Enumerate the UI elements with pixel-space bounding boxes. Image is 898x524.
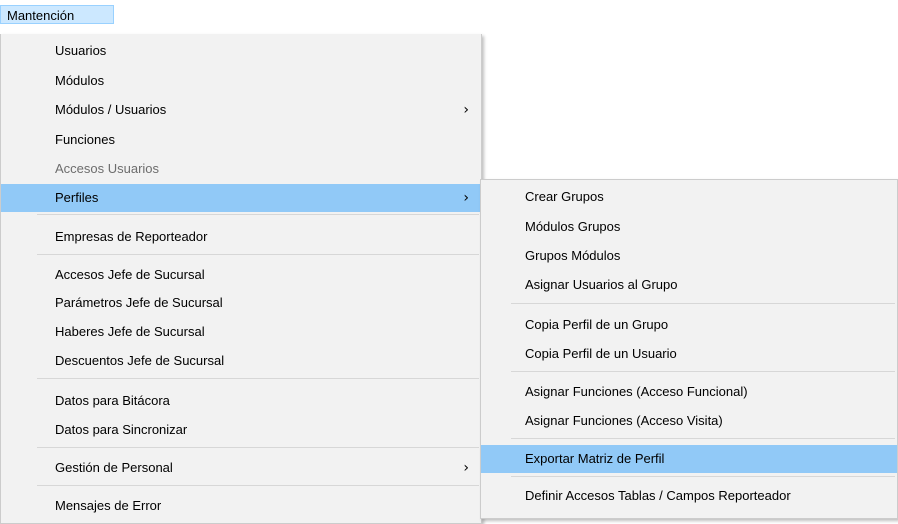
menu-item-mensajes-error[interactable]: Mensajes de Error	[1, 492, 481, 520]
menu-item-label: Módulos Grupos	[525, 219, 621, 234]
menu-separator	[511, 476, 895, 477]
menu-item-label: Copia Perfil de un Usuario	[525, 346, 677, 361]
chevron-right-icon: ›	[463, 460, 469, 476]
menu-item-label: Haberes Jefe de Sucursal	[55, 324, 205, 339]
menu-item-accesos-jefe-sucursal[interactable]: Accesos Jefe de Sucursal	[1, 261, 481, 289]
submenu-item-copia-perfil-grupo[interactable]: Copia Perfil de un Grupo	[481, 311, 897, 339]
menu-item-modulos-usuarios[interactable]: Módulos / Usuarios ›	[1, 96, 481, 124]
menu-separator	[37, 254, 479, 255]
menu-item-label: Asignar Funciones (Acceso Visita)	[525, 413, 723, 428]
menu-item-label: Mensajes de Error	[55, 498, 162, 513]
menu-item-label: Perfiles	[55, 190, 99, 205]
submenu-item-asignar-funciones-visita[interactable]: Asignar Funciones (Acceso Visita)	[481, 407, 897, 435]
menu-separator	[511, 303, 895, 304]
menu-item-label: Crear Grupos	[525, 189, 604, 204]
menu-item-perfiles[interactable]: Perfiles ›	[1, 184, 481, 212]
submenu-item-definir-accesos-tablas[interactable]: Definir Accesos Tablas / Campos Reportea…	[481, 482, 897, 510]
menu-item-label: Usuarios	[55, 43, 107, 58]
menu-item-datos-bitacora[interactable]: Datos para Bitácora	[1, 387, 481, 415]
menu-item-gestion-personal[interactable]: Gestión de Personal ›	[1, 454, 481, 482]
menu-item-haberes-jefe-sucursal[interactable]: Haberes Jefe de Sucursal	[1, 318, 481, 346]
chevron-right-icon: ›	[463, 102, 469, 118]
menu-item-label: Módulos	[55, 73, 105, 88]
menu-item-label: Definir Accesos Tablas / Campos Reportea…	[525, 488, 791, 503]
menu-item-label: Descuentos Jefe de Sucursal	[55, 353, 225, 368]
menu-separator	[511, 371, 895, 372]
submenu-item-modulos-grupos[interactable]: Módulos Grupos	[481, 213, 897, 241]
menu-bar: Mantención	[0, 0, 898, 24]
menu-item-datos-sincronizar[interactable]: Datos para Sincronizar	[1, 416, 481, 444]
submenu-item-grupos-modulos[interactable]: Grupos Módulos	[481, 242, 897, 270]
menu-item-funciones[interactable]: Funciones	[1, 126, 481, 154]
menu-item-label: Datos para Bitácora	[55, 393, 170, 408]
menu-item-label: Accesos Jefe de Sucursal	[55, 267, 205, 282]
menu-mantencion[interactable]: Mantención	[0, 5, 114, 24]
menu-separator	[511, 438, 895, 439]
menu-item-usuarios[interactable]: Usuarios	[1, 37, 481, 65]
menu-item-label: Exportar Matriz de Perfil	[525, 451, 665, 466]
chevron-right-icon: ›	[463, 190, 469, 206]
menu-item-label: Funciones	[55, 132, 115, 147]
menu-item-label: Gestión de Personal	[55, 460, 173, 475]
menu-separator	[37, 214, 479, 215]
menu-item-label: Datos para Sincronizar	[55, 422, 188, 437]
submenu-item-exportar-matriz-perfil[interactable]: Exportar Matriz de Perfil	[481, 445, 897, 473]
menu-item-label: Parámetros Jefe de Sucursal	[55, 295, 223, 310]
menu-item-accesos-usuarios: Accesos Usuarios	[1, 155, 481, 183]
menu-item-label: Accesos Usuarios	[55, 161, 160, 176]
menu-item-modulos[interactable]: Módulos	[1, 67, 481, 95]
submenu-item-copia-perfil-usuario[interactable]: Copia Perfil de un Usuario	[481, 340, 897, 368]
menu-item-label: Grupos Módulos	[525, 248, 621, 263]
mantencion-dropdown: Usuarios Módulos Módulos / Usuarios › Fu…	[0, 34, 482, 524]
menu-separator	[37, 447, 479, 448]
menu-item-label: Empresas de Reporteador	[55, 229, 208, 244]
menu-item-empresas-reporteador[interactable]: Empresas de Reporteador	[1, 223, 481, 251]
submenu-item-asignar-funciones-funcional[interactable]: Asignar Funciones (Acceso Funcional)	[481, 378, 897, 406]
menu-item-label: Asignar Usuarios al Grupo	[525, 277, 678, 292]
menu-item-label: Módulos / Usuarios	[55, 102, 167, 117]
submenu-item-crear-grupos[interactable]: Crear Grupos	[481, 183, 897, 211]
menu-separator	[37, 378, 479, 379]
menu-item-label: Copia Perfil de un Grupo	[525, 317, 669, 332]
menu-item-descuentos-jefe-sucursal[interactable]: Descuentos Jefe de Sucursal	[1, 347, 481, 375]
menu-item-label: Asignar Funciones (Acceso Funcional)	[525, 384, 748, 399]
perfiles-submenu: Crear Grupos Módulos Grupos Grupos Módul…	[480, 179, 898, 519]
menu-item-parametros-jefe-sucursal[interactable]: Parámetros Jefe de Sucursal	[1, 289, 481, 317]
menu-separator	[37, 485, 479, 486]
submenu-item-asignar-usuarios-grupo[interactable]: Asignar Usuarios al Grupo	[481, 271, 897, 299]
